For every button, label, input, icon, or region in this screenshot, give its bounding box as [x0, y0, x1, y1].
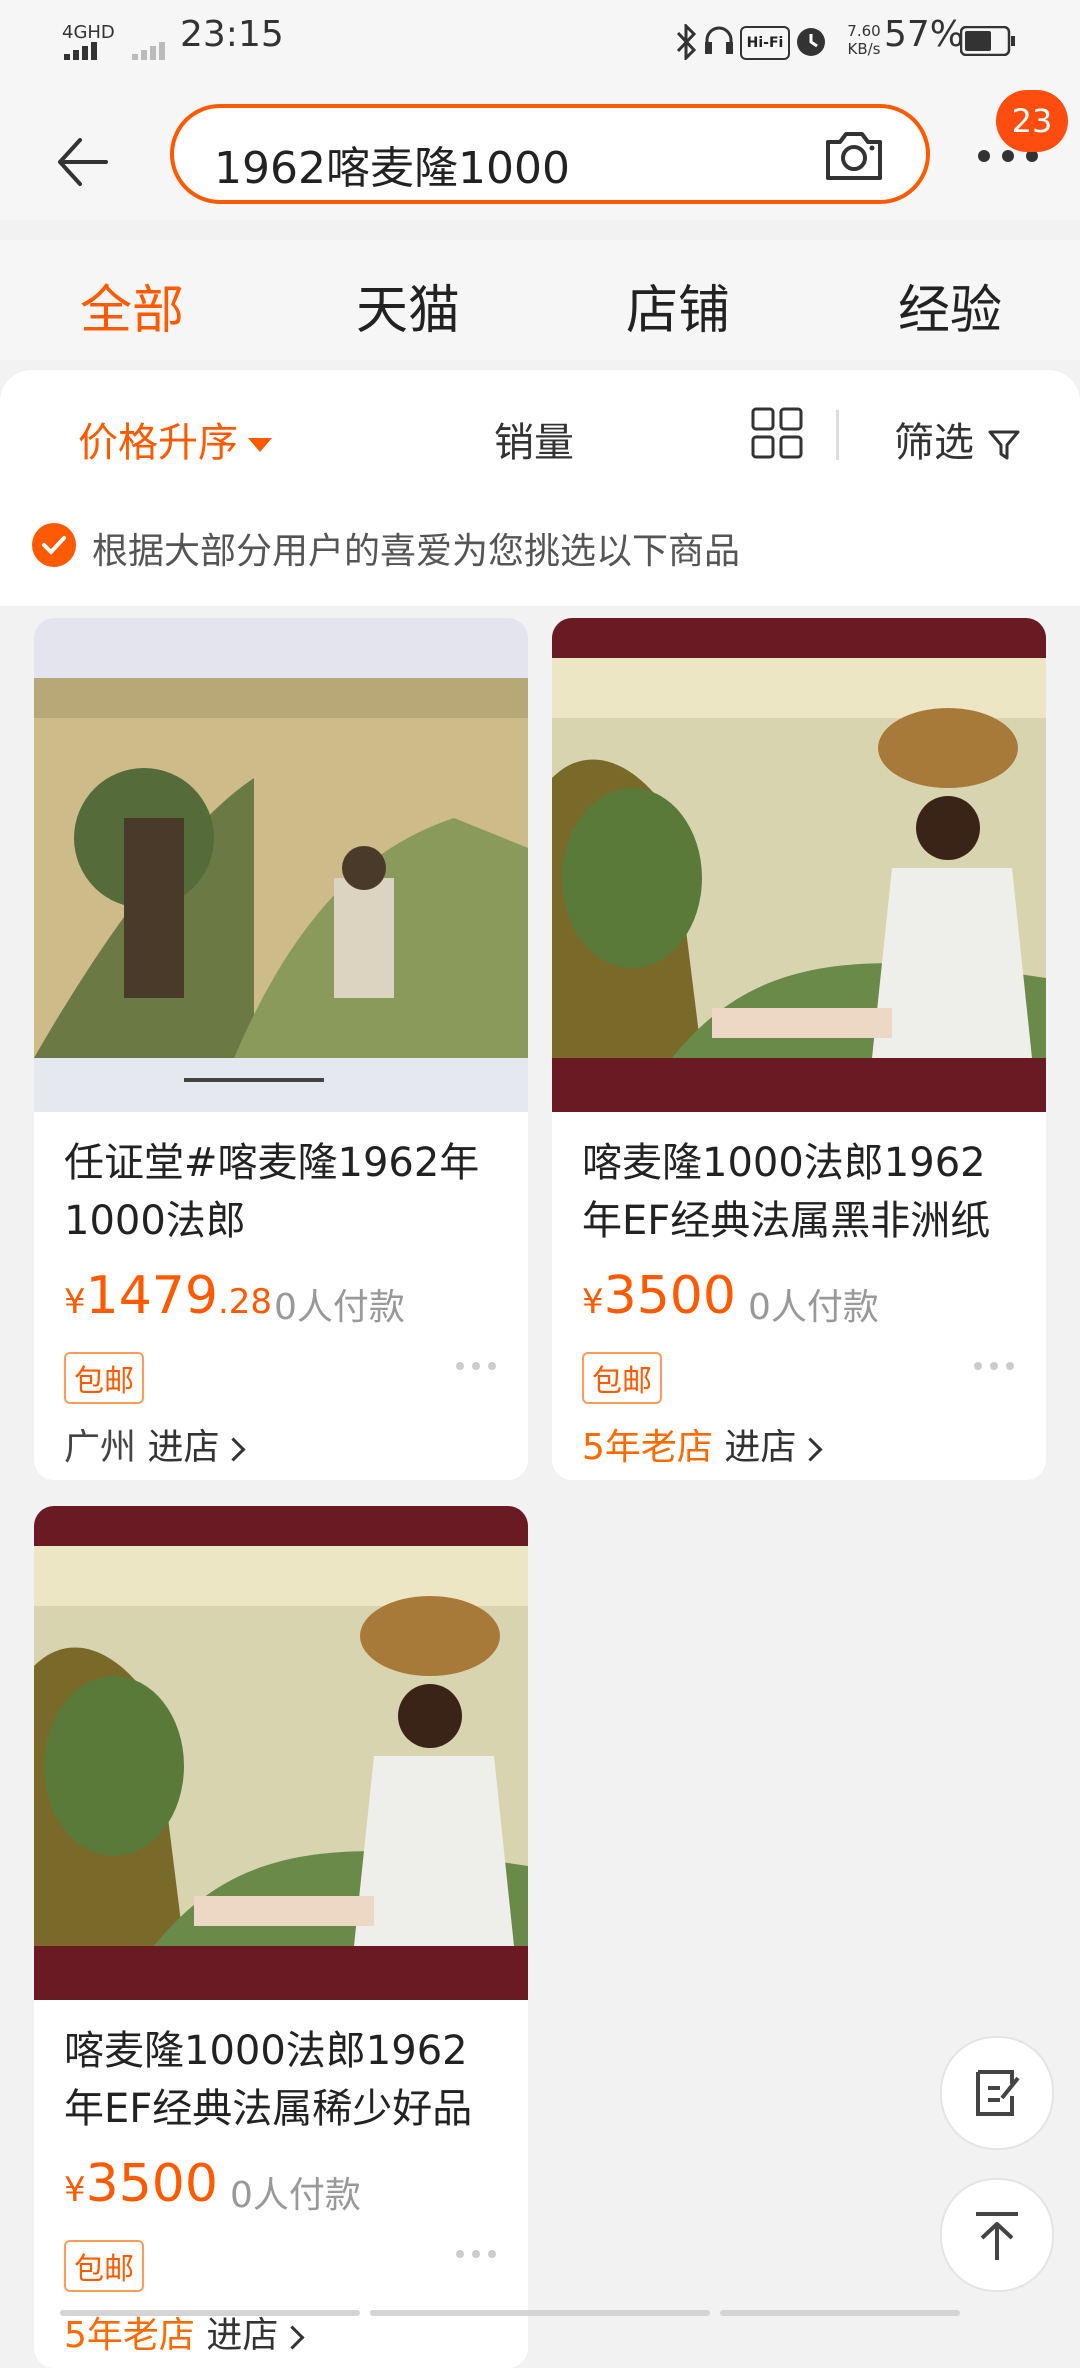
tab-all[interactable]: 全部: [80, 268, 184, 343]
shop-row[interactable]: 广州 进店: [64, 1418, 247, 1470]
alarm-icon: [797, 28, 825, 56]
product-price: ¥1479.28: [64, 1266, 272, 1326]
camera-icon[interactable]: [822, 124, 886, 188]
notification-badge: 23: [996, 90, 1068, 152]
edit-note-icon: [976, 2070, 1020, 2116]
feedback-button[interactable]: [940, 2036, 1054, 2150]
signal-icon: [64, 42, 97, 60]
product-price: ¥3500: [64, 2154, 218, 2214]
currency-symbol: ¥: [582, 1282, 604, 1322]
filter-button[interactable]: 筛选: [894, 410, 1021, 468]
filter-divider: [836, 410, 839, 460]
price-sort-button[interactable]: 价格升序: [78, 410, 272, 468]
currency-symbol: ¥: [64, 2170, 86, 2210]
price-integer: 3500: [603, 1266, 736, 1326]
free-shipping-tag: 包邮: [64, 1352, 144, 1404]
chevron-right-icon: [221, 1436, 247, 1462]
enter-shop-link[interactable]: 进店: [147, 1427, 219, 1468]
currency-symbol: ¥: [64, 1282, 86, 1322]
shop-row[interactable]: 5年老店 进店: [582, 1418, 823, 1470]
back-to-top-button[interactable]: [940, 2178, 1054, 2292]
shop-age-label: 5年老店: [582, 1427, 713, 1468]
product-card[interactable]: 喀麦隆1000法郎1962年EF经典法属黑非洲纸 ¥3500 0人付款 包邮 5…: [552, 618, 1046, 1480]
price-sort-label: 价格升序: [78, 420, 238, 466]
more-dots-icon[interactable]: [972, 1360, 1016, 1372]
product-title[interactable]: 喀麦隆1000法郎1962年EF经典法属黑非洲纸: [582, 1134, 1022, 1250]
notice-text: 根据大部分用户的喜爱为您挑选以下商品: [92, 531, 741, 572]
clock: 23:15: [180, 14, 284, 55]
price-integer: 3500: [85, 2154, 218, 2214]
filter-label: 筛选: [894, 420, 974, 466]
funnel-icon: [988, 430, 1020, 460]
tab-bar: 全部 天猫 店铺 经验: [0, 240, 1080, 360]
free-shipping-tag: 包邮: [582, 1352, 662, 1404]
product-card[interactable]: 喀麦隆1000法郎1962年EF经典法属稀少好品 ¥3500 0人付款 包邮 5…: [34, 1506, 528, 2368]
battery-percent: 57%: [884, 14, 965, 55]
product-title[interactable]: 任证堂#喀麦隆1962年1000法郎: [64, 1134, 504, 1250]
free-shipping-tag: 包邮: [64, 2240, 144, 2292]
back-arrow-icon[interactable]: [50, 130, 114, 194]
status-bar: 4GHD 23:15 Hi-Fi 7.60 KB/s 57%: [0, 0, 1080, 90]
price-decimal: .28: [217, 1282, 273, 1322]
enter-shop-link[interactable]: 进店: [724, 1427, 796, 1468]
paid-count: 0人付款: [274, 1287, 405, 1328]
hifi-icon: Hi-Fi: [740, 26, 790, 60]
search-input[interactable]: 1962喀麦隆1000: [170, 104, 930, 204]
tab-shops[interactable]: 店铺: [626, 268, 730, 343]
network-indicator: 4GHD: [62, 22, 115, 43]
battery-icon: [960, 26, 1015, 56]
tab-tmall[interactable]: 天猫: [356, 268, 460, 343]
shop-location: 广州: [64, 1427, 137, 1468]
caret-down-icon: [248, 438, 272, 452]
price-integer: 1479: [85, 1266, 218, 1326]
check-icon: [32, 523, 76, 567]
product-price: ¥3500: [582, 1266, 736, 1326]
shop-age-label: 5年老店: [64, 2315, 195, 2356]
product-card[interactable]: 任证堂#喀麦隆1962年1000法郎 ¥1479.28 0人付款 包邮 广州 进…: [34, 618, 528, 1480]
enter-shop-link[interactable]: 进店: [206, 2315, 278, 2356]
search-query: 1962喀麦隆1000: [214, 143, 570, 194]
product-image[interactable]: [34, 1506, 528, 2000]
grid-view-icon[interactable]: [750, 406, 804, 460]
more-dots-icon[interactable]: [454, 1360, 498, 1372]
product-image[interactable]: [34, 618, 528, 1112]
more-dots-icon[interactable]: [454, 2248, 498, 2260]
bluetooth-icon: [676, 24, 696, 60]
sales-sort-button[interactable]: 销量: [494, 410, 574, 468]
arrow-up-to-top-icon: [976, 2212, 1018, 2260]
paid-count: 0人付款: [748, 1287, 879, 1328]
gesture-bar: [0, 2302, 1080, 2316]
headphones-icon: [705, 26, 733, 54]
tab-experience[interactable]: 经验: [898, 268, 1002, 343]
signal-2-icon: [132, 42, 165, 60]
chevron-right-icon: [280, 2324, 305, 2350]
paid-count: 0人付款: [230, 2175, 361, 2216]
filter-panel: 价格升序 销量 筛选 根据大部分用户的喜爱为您挑选以下商品: [0, 370, 1080, 606]
product-title[interactable]: 喀麦隆1000法郎1962年EF经典法属稀少好品: [64, 2022, 504, 2138]
product-image[interactable]: [552, 618, 1046, 1112]
chevron-right-icon: [798, 1436, 823, 1462]
